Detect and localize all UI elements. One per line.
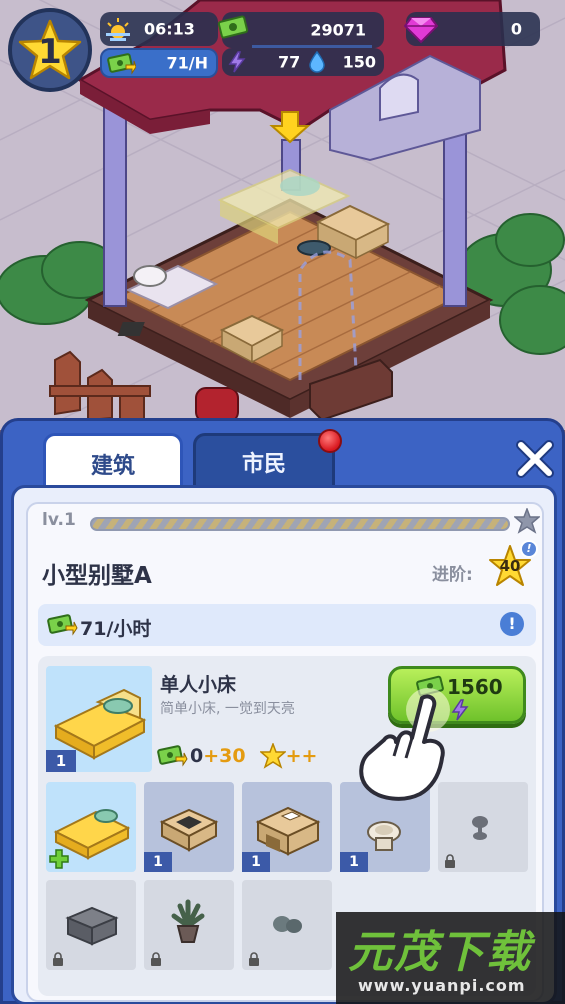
cash-icon — [217, 15, 249, 39]
furniture-slot-stool-locked[interactable] — [242, 880, 332, 970]
player-level-badge[interactable]: 1 — [8, 8, 92, 92]
upgrade-info-icon[interactable]: ! — [520, 540, 538, 558]
slot-count-badge: 1 — [242, 852, 270, 872]
tab-citizens[interactable]: 市民 — [193, 433, 335, 487]
buy-price: 1560 — [447, 675, 503, 699]
furniture-slot-bed[interactable] — [46, 782, 136, 872]
item-income-bonus: +30 — [203, 745, 246, 767]
player-level-number: 1 — [38, 32, 62, 72]
tab-buildings[interactable]: 建筑 — [43, 433, 183, 491]
item-count-badge: 1 — [46, 750, 76, 772]
cash-income-icon — [157, 745, 188, 767]
upgrade-label: 进阶: — [432, 565, 473, 585]
sunrise-icon — [106, 18, 130, 41]
time-value: 06:13 — [144, 19, 195, 39]
income-rate-display: 71/H — [100, 48, 218, 78]
building-income-value: 71/小时 — [80, 618, 152, 640]
level-star-icon — [514, 508, 540, 534]
selected-furniture-preview: 1 — [46, 666, 152, 772]
furniture-slot-plant-locked[interactable] — [144, 880, 234, 970]
slot-count-badge: 1 — [144, 852, 172, 872]
building-level-label: lv.1 — [42, 510, 76, 530]
building-name: 小型别墅A — [42, 563, 152, 589]
gem-value: 0 — [510, 19, 522, 39]
income-rate-value: 71/H — [166, 53, 209, 73]
notification-dot — [318, 429, 342, 453]
water-value: 150 — [342, 52, 376, 72]
cash-icon — [107, 53, 136, 75]
gem-icon — [404, 17, 438, 44]
item-title: 单人小床 — [160, 674, 237, 696]
tab-citizens-label: 市民 — [241, 451, 286, 477]
cash-display[interactable]: 29071 — [217, 12, 384, 48]
item-star-bonus: ++ — [285, 745, 318, 767]
gem-display[interactable]: 0 — [404, 12, 540, 46]
plus-icon — [49, 849, 69, 869]
lock-icon — [151, 952, 161, 966]
tab-buildings-label: 建筑 — [90, 453, 135, 479]
slot-count-badge: 1 — [340, 852, 368, 872]
energy-value: 77 — [278, 52, 301, 72]
water-drop-icon — [309, 51, 325, 73]
furniture-slot-cabinet-locked[interactable] — [46, 880, 136, 970]
building-level-progress-bar — [90, 517, 510, 531]
building-income-row: 71/小时 ! — [38, 604, 536, 646]
cash-value: 29071 — [310, 20, 366, 40]
site-watermark: 元茂下载 www.yuanpi.com — [336, 912, 565, 1004]
star-icon — [259, 743, 286, 769]
item-stats: 0 +30 ++ — [156, 742, 317, 770]
cash-income-icon — [47, 614, 78, 636]
lock-icon — [249, 952, 259, 966]
time-display: 06:13 — [100, 12, 218, 46]
upgrade-cost-value: 40 — [499, 557, 521, 575]
energy-icon — [451, 699, 469, 721]
furniture-slot-stove[interactable]: 1 — [144, 782, 234, 872]
lock-icon — [445, 854, 455, 868]
lock-icon — [53, 952, 63, 966]
energy-water-display: 77 150 — [222, 48, 384, 76]
item-description: 简单小床, 一觉到天亮 — [160, 701, 295, 717]
item-income-base: 0 — [190, 745, 204, 767]
info-icon[interactable]: ! — [500, 612, 524, 636]
tutorial-pointer-hand-icon — [359, 688, 450, 801]
watermark-url: www.yuanpi.com — [358, 976, 526, 995]
watermark-brand: 元茂下载 — [348, 927, 532, 978]
furniture-slot-desk[interactable]: 1 — [242, 782, 332, 872]
close-icon[interactable] — [513, 437, 557, 481]
energy-icon — [228, 51, 246, 73]
furniture-slot-lamp-locked[interactable] — [438, 782, 528, 872]
